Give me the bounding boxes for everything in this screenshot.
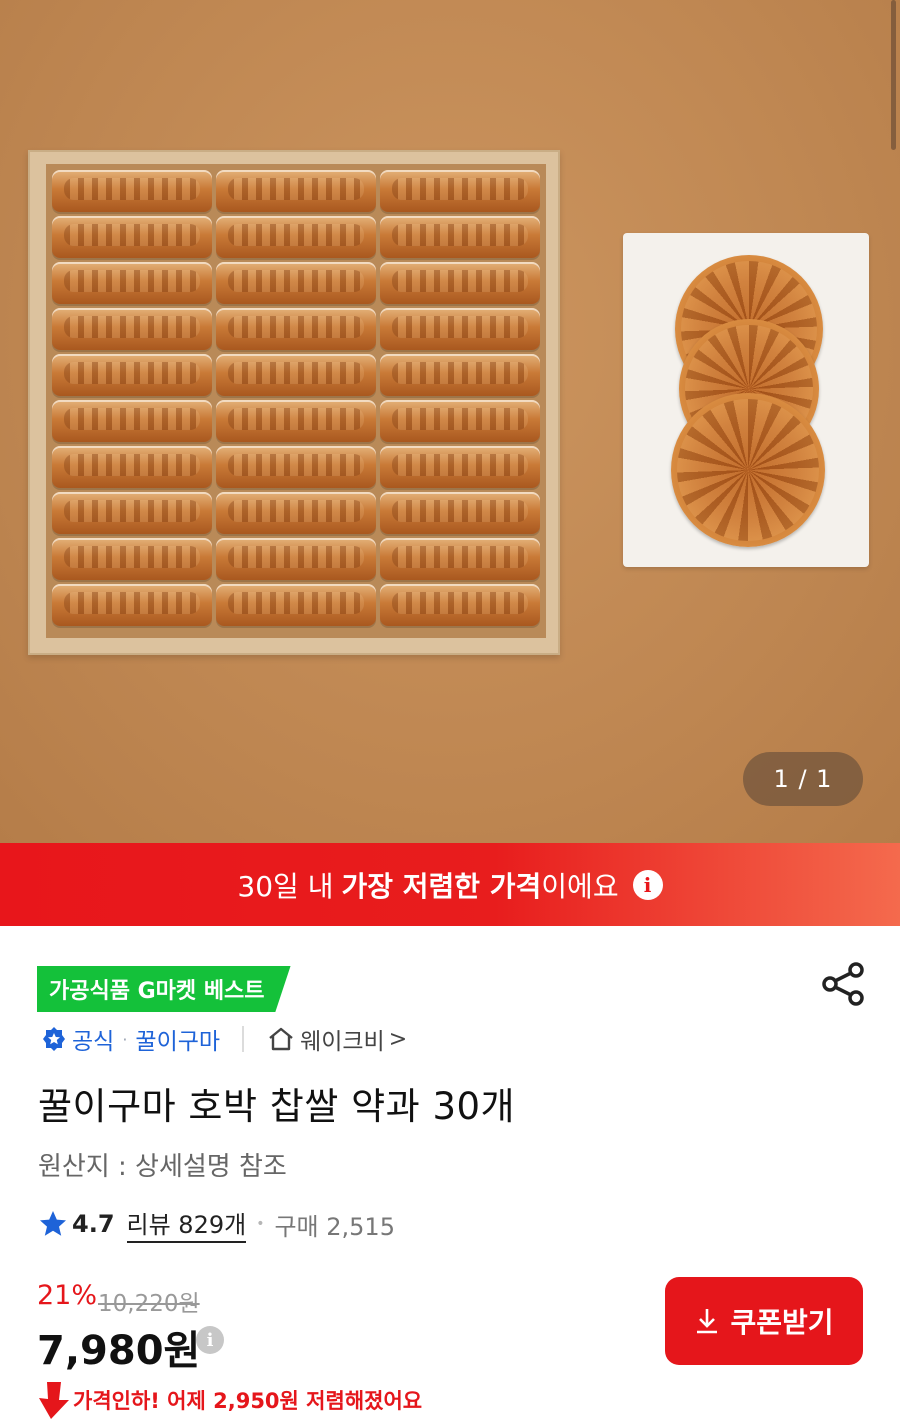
home-icon[interactable]: [266, 1024, 296, 1054]
packaged-cake: [52, 446, 212, 488]
packaged-cake: [52, 400, 212, 442]
cake-column: [380, 170, 540, 632]
packaged-cake: [216, 400, 376, 442]
rating-row: 4.7 리뷰 829개 • 구매 2,515: [38, 1205, 395, 1243]
packaged-cake: [380, 538, 540, 580]
scrollbar[interactable]: [891, 0, 896, 150]
packaged-cake: [216, 446, 376, 488]
coupon-button-label: 쿠폰받기: [730, 1306, 834, 1339]
best-badge: 가공식품 G마켓 베스트: [37, 966, 291, 1012]
packaged-cake: [52, 216, 212, 258]
rating-score: 4.7: [72, 1210, 115, 1238]
packaged-cake: [380, 170, 540, 212]
packaged-cake: [216, 216, 376, 258]
product-image[interactable]: 1 / 1: [0, 0, 900, 843]
price-drop-text: 가격인하! 어제 2,950원 저렴해졌어요: [73, 1389, 423, 1413]
gift-box-inner: [46, 164, 546, 638]
coupon-button[interactable]: 쿠폰받기: [665, 1277, 863, 1365]
sale-price: 7,980원: [37, 1328, 201, 1374]
chevron-right-icon[interactable]: >: [389, 1027, 407, 1052]
store-link[interactable]: 웨이크비: [300, 1022, 385, 1056]
packaged-cake: [216, 170, 376, 212]
info-icon[interactable]: i: [632, 869, 663, 900]
packaged-cake: [380, 492, 540, 534]
seller-row: 공식 · 꿀이구마 웨이크비 >: [40, 1022, 407, 1056]
packaged-cake: [216, 538, 376, 580]
packaged-cake: [216, 354, 376, 396]
serving-plate: [623, 233, 869, 567]
divider: [242, 1026, 245, 1052]
banner-suffix: 이에요: [541, 869, 619, 903]
packaged-cake: [52, 584, 212, 626]
packaged-cake: [216, 262, 376, 304]
official-badge-icon: [43, 1027, 65, 1051]
share-icon[interactable]: [818, 958, 870, 1010]
packaged-cake: [52, 538, 212, 580]
download-icon: [697, 1309, 718, 1334]
original-price: 10,220원: [98, 1291, 200, 1317]
star-icon: [40, 1211, 66, 1236]
discount-rate: 21%: [37, 1280, 98, 1311]
packaged-cake: [52, 308, 212, 350]
gift-box: [28, 150, 560, 655]
packaged-cake: [52, 262, 212, 304]
packaged-cake: [380, 354, 540, 396]
packaged-cake: [52, 170, 212, 212]
packaged-cake: [216, 492, 376, 534]
product-title: 꿀이구마 호박 찹쌀 약과 30개: [38, 1085, 516, 1128]
price-info-icon[interactable]: i: [196, 1326, 224, 1354]
dot-separator: •: [256, 1216, 265, 1232]
packaged-cake: [52, 354, 212, 396]
cake-column: [216, 170, 376, 632]
official-label: 공식: [72, 1029, 115, 1055]
cake-column: [52, 170, 212, 632]
lowest-price-banner[interactable]: 30일 내 가장 저렴한 가격 이에요 i: [0, 843, 900, 926]
image-counter: 1 / 1: [743, 752, 863, 806]
packaged-cake: [380, 446, 540, 488]
packaged-cake: [380, 400, 540, 442]
product-origin: 원산지 : 상세설명 참조: [38, 1152, 287, 1182]
price-drop-arrow-icon: [39, 1382, 69, 1419]
packaged-cake: [216, 308, 376, 350]
yakgwa-cookie: [671, 393, 825, 547]
packaged-cake: [380, 262, 540, 304]
packaged-cake: [380, 308, 540, 350]
banner-highlight: 가장 저렴한 가격: [341, 869, 542, 903]
purchase-count: 구매 2,515: [274, 1212, 395, 1241]
banner-prefix: 30일 내: [237, 869, 334, 903]
dot-separator: ·: [122, 1029, 128, 1049]
reviews-link[interactable]: 리뷰 829개: [126, 1205, 247, 1243]
packaged-cake: [380, 584, 540, 626]
packaged-cake: [52, 492, 212, 534]
packaged-cake: [216, 584, 376, 626]
price-drop-notice: 가격인하! 어제 2,950원 저렴해졌어요: [37, 1380, 422, 1420]
seller-name-link[interactable]: 꿀이구마: [135, 1022, 220, 1056]
packaged-cake: [380, 216, 540, 258]
